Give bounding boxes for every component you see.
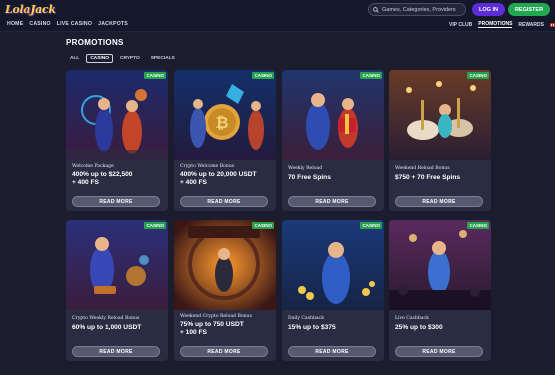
- filter-all[interactable]: ALL: [66, 54, 83, 63]
- read-more-button[interactable]: READ MORE: [395, 196, 483, 207]
- nav-rewards[interactable]: REWARDS: [518, 22, 544, 28]
- promo-card[interactable]: ₿ CASINO Crypto Welcome Bonus 400% up to…: [174, 70, 276, 211]
- promo-offer: 15% up to $375: [288, 324, 380, 332]
- category-badge: CASINO: [252, 222, 274, 229]
- promo-offer-line1: 60% up to 1,000 USDT: [72, 324, 142, 331]
- promo-offer-line1: 400% up to $22,500: [72, 171, 133, 178]
- category-badge: CASINO: [467, 72, 489, 79]
- promo-subtitle: Weekend Reload Bonus: [395, 166, 450, 171]
- page-title: PROMOTIONS: [66, 38, 124, 47]
- search-input[interactable]: [382, 6, 464, 13]
- category-badge: CASINO: [360, 72, 382, 79]
- promo-offer-line2: + 400 FS: [180, 179, 207, 186]
- sub-nav: VIP CLUB PROMOTIONS REWARDS: [449, 21, 555, 28]
- promo-offer-line1: 75% up to 750 USDT: [180, 321, 244, 328]
- promo-subtitle: Daily Cashback: [288, 316, 325, 321]
- top-bar: LolaJack HOME CASINO LIVE CASINO JACKPOT…: [0, 0, 555, 32]
- promo-offer: 60% up to 1,000 USDT: [72, 324, 164, 332]
- read-more-button[interactable]: READ MORE: [180, 346, 268, 357]
- promo-image-welcome: [66, 70, 168, 160]
- read-more-button[interactable]: READ MORE: [72, 196, 160, 207]
- promo-image-live-cashback: [389, 220, 491, 310]
- nav-home[interactable]: HOME: [7, 21, 23, 27]
- promo-card[interactable]: CASINO Crypto Weekly Reload Bonus 60% up…: [66, 220, 168, 361]
- promo-offer-line1: 70 Free Spins: [288, 174, 331, 181]
- category-badge: CASINO: [252, 72, 274, 79]
- promo-offer-line1: 400% up to 20,000 USDT: [180, 171, 257, 178]
- promo-image-weekend-crypto-reload: [174, 220, 276, 310]
- logo-text-lola: Lola: [5, 3, 31, 16]
- search-box[interactable]: [368, 3, 466, 16]
- promo-offer-line1: 15% up to $375: [288, 324, 336, 331]
- lolajack-logo[interactable]: LolaJack: [5, 3, 56, 17]
- promo-offer: 400% up to 20,000 USDT + 400 FS: [180, 171, 272, 187]
- promo-card[interactable]: CASINO Daily Cashback 15% up to $375 REA…: [282, 220, 384, 361]
- promo-offer-line2: + 400 FS: [72, 179, 99, 186]
- promo-subtitle: Crypto Welcome Bonus: [180, 164, 235, 169]
- nav-promotions[interactable]: PROMOTIONS: [478, 21, 513, 28]
- promo-card[interactable]: CASINO Weekly Reload 70 Free Spins READ …: [282, 70, 384, 211]
- read-more-button[interactable]: READ MORE: [288, 346, 376, 357]
- promo-subtitle: Weekend Crypto Reload Bonus: [180, 314, 252, 319]
- promo-subtitle: Welcome Package: [72, 164, 114, 169]
- promo-image-weekly-reload: [282, 70, 384, 160]
- read-more-button[interactable]: READ MORE: [72, 346, 160, 357]
- category-badge: CASINO: [144, 72, 166, 79]
- category-badge: CASINO: [144, 222, 166, 229]
- filter-crypto[interactable]: CRYPTO: [116, 54, 144, 63]
- promo-card[interactable]: CASINO Welcome Package 400% up to $22,50…: [66, 70, 168, 211]
- nav-jackpots[interactable]: JACKPOTS: [98, 21, 128, 27]
- promo-subtitle: Crypto Weekly Reload Bonus: [72, 316, 140, 321]
- uk-flag-icon[interactable]: [549, 22, 555, 27]
- promo-image-crypto-weekly-reload: [66, 220, 168, 310]
- main-nav: HOME CASINO LIVE CASINO JACKPOTS: [7, 21, 128, 27]
- register-button[interactable]: REGISTER: [508, 3, 550, 16]
- nav-vip-club[interactable]: VIP CLUB: [449, 22, 472, 28]
- login-button[interactable]: LOG IN: [472, 3, 505, 16]
- svg-text:₿: ₿: [215, 113, 228, 132]
- promo-offer: 70 Free Spins: [288, 174, 380, 182]
- promo-filter-tabs: ALL CASINO CRYPTO SPECIALS: [66, 54, 179, 63]
- filter-casino[interactable]: CASINO: [86, 54, 113, 63]
- promo-image-crypto-welcome: ₿: [174, 70, 276, 160]
- read-more-button[interactable]: READ MORE: [395, 346, 483, 357]
- search-icon: [373, 6, 379, 13]
- promo-offer: 75% up to 750 USDT + 100 FS: [180, 321, 272, 337]
- promo-image-daily-cashback: [282, 220, 384, 310]
- promo-offer-line1: 25% up to $300: [395, 324, 443, 331]
- promo-subtitle: Live Cashback: [395, 316, 429, 321]
- promo-image-weekend-reload: [389, 70, 491, 160]
- promo-offer: $750 + 70 Free Spins: [395, 174, 487, 182]
- category-badge: CASINO: [467, 222, 489, 229]
- promo-card[interactable]: CASINO Weekend Reload Bonus $750 + 70 Fr…: [389, 70, 491, 211]
- read-more-button[interactable]: READ MORE: [180, 196, 268, 207]
- promo-offer-line1: $750 + 70 Free Spins: [395, 174, 461, 181]
- category-badge: CASINO: [360, 222, 382, 229]
- promo-offer-line2: + 100 FS: [180, 329, 207, 336]
- promo-subtitle: Weekly Reload: [288, 166, 323, 171]
- promo-card[interactable]: CASINO Live Cashback 25% up to $300 READ…: [389, 220, 491, 361]
- read-more-button[interactable]: READ MORE: [288, 196, 376, 207]
- promo-offer: 25% up to $300: [395, 324, 487, 332]
- nav-live-casino[interactable]: LIVE CASINO: [57, 21, 92, 27]
- promo-offer: 400% up to $22,500 + 400 FS: [72, 171, 164, 187]
- nav-casino[interactable]: CASINO: [29, 21, 50, 27]
- filter-specials[interactable]: SPECIALS: [147, 54, 179, 63]
- promo-card[interactable]: CASINO Weekend Crypto Reload Bonus 75% u…: [174, 220, 276, 361]
- logo-text-jack: Jack: [30, 3, 56, 16]
